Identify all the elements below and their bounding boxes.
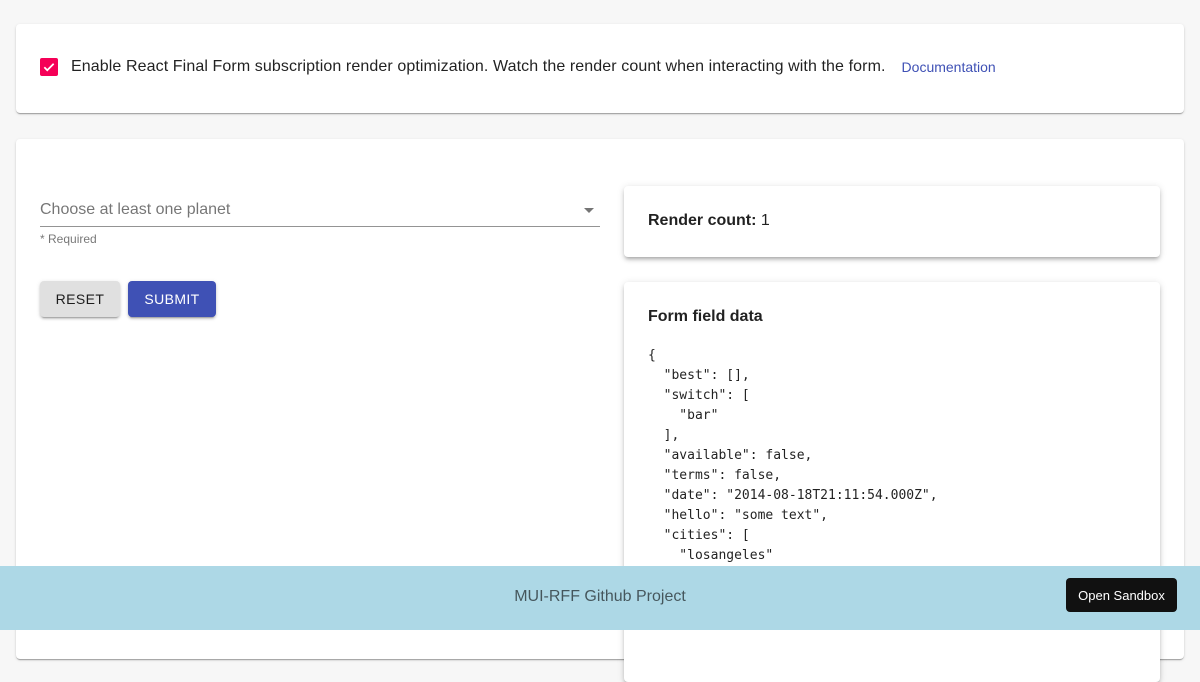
dropdown-arrow-icon (584, 208, 594, 213)
documentation-link[interactable]: Documentation (902, 59, 996, 75)
options-card: Enable React Final Form subscription ren… (16, 24, 1184, 113)
form-field-data-json: { "best": [], "switch": [ "bar" ], "avai… (648, 348, 938, 563)
planet-select[interactable]: Choose at least one planet (40, 191, 600, 227)
render-count-card: Render count: 1 (624, 186, 1160, 257)
render-count: Render count: 1 (648, 212, 770, 230)
render-count-value: 1 (760, 212, 770, 229)
github-project-link[interactable]: MUI-RFF Github Project (0, 588, 1200, 606)
required-helper-text: * Required (40, 232, 97, 246)
reset-button[interactable]: RESET (40, 281, 120, 317)
form-field-data-title: Form field data (648, 308, 763, 325)
optimization-option: Enable React Final Form subscription ren… (40, 58, 996, 76)
optimization-label: Enable React Final Form subscription ren… (71, 58, 886, 75)
submit-button[interactable]: SUBMIT (128, 281, 216, 317)
optimization-checkbox[interactable] (40, 58, 58, 76)
open-sandbox-button[interactable]: Open Sandbox (1066, 578, 1177, 612)
planet-select-placeholder: Choose at least one planet (40, 201, 231, 218)
footer: MUI-RFF Github Project Open Sandbox (0, 566, 1200, 630)
render-count-label: Render count: (648, 212, 757, 229)
check-icon (43, 63, 55, 72)
